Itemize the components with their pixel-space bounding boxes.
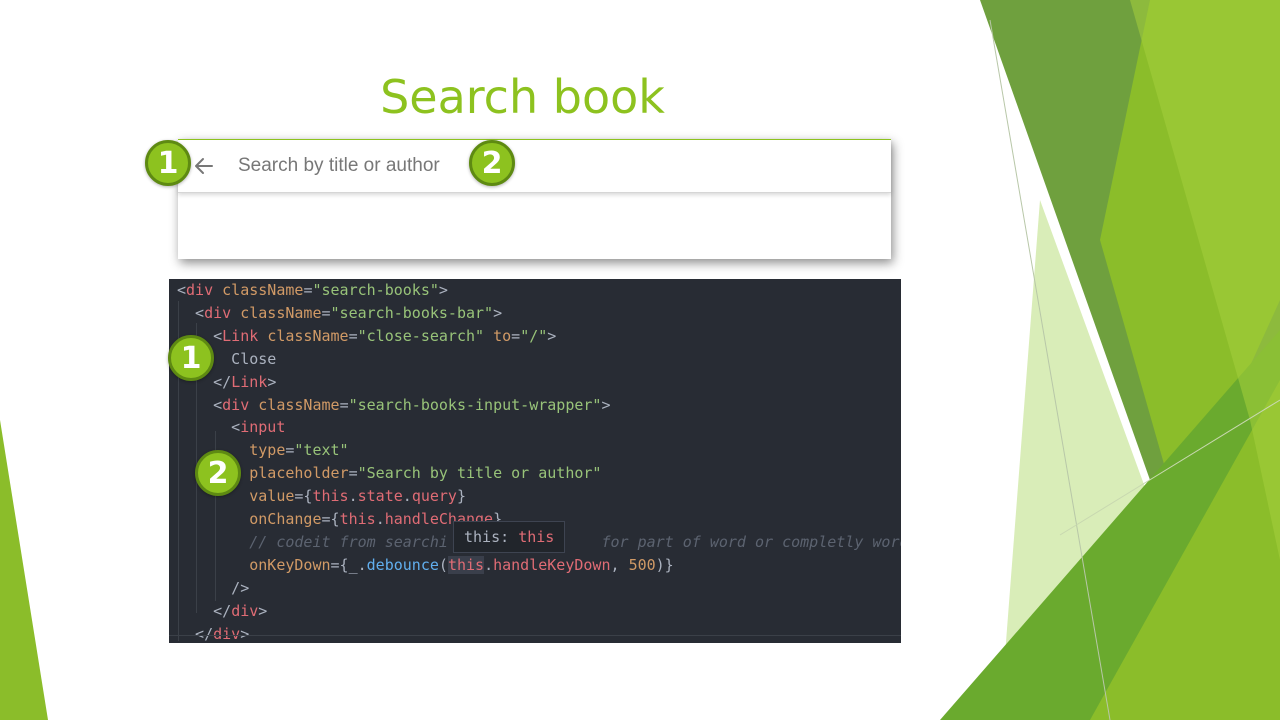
code-token: Link [222,326,259,345]
code-token: div [222,395,250,414]
code-token: onKeyDown [249,555,331,574]
code-line: <Link className="close-search" to="/"> [177,325,556,347]
tooltip-value: this [518,528,555,546]
code-token: className [240,303,322,322]
code-token: div [231,601,259,620]
code-token: "search-books-bar" [330,303,494,322]
code-token: </ [177,624,214,643]
callout-badge-2: 2 [469,140,515,186]
code-token: > [493,303,503,322]
code-line: <input [177,416,285,438]
code-token: type [249,441,286,460]
code-token: = [348,326,358,345]
code-token: < [177,303,205,322]
code-line: </div> [177,623,249,644]
code-line: onKeyDown={_.debounce(this.handleKeyDown… [177,554,674,576]
code-token: handleKeyDown [493,555,611,574]
code-line: <div className="search-books-bar"> [177,302,502,324]
code-token: this [312,487,349,506]
back-arrow-icon[interactable] [192,154,216,178]
code-token: > [258,601,268,620]
code-token: Link [231,372,268,391]
code-token: > [547,326,557,345]
tooltip-label: this: [464,528,510,546]
code-token: , [610,555,629,574]
code-token: "search-books-input-wrapper" [348,395,602,414]
code-token: = [348,464,358,483]
code-token: < [177,395,223,414]
callout-badge-1-code: 1 [168,335,214,381]
code-token: className [222,281,304,299]
code-token: < [177,418,241,437]
code-token: state [357,487,403,506]
code-token: "text" [294,441,349,460]
code-line: <div className="search-books-input-wrapp… [177,394,611,416]
code-token: ( [438,555,448,574]
code-token: } [456,487,466,506]
editor-divider [169,635,901,636]
callout-badge-2-code: 2 [195,450,241,496]
code-token: debounce [366,555,439,574]
code-token: . [348,487,358,506]
code-editor-panel: <div className="search-books"> <div clas… [169,279,901,643]
code-token: "search-books" [312,281,439,299]
hover-tooltip: this: this [453,521,566,553]
code-line: /> [177,577,249,599]
code-token: this [447,555,485,574]
code-token: = [339,395,349,414]
code-token: onChange [249,510,322,528]
code-token: this [339,510,376,528]
search-books-preview [178,139,891,259]
code-token: "Search by title or author" [357,464,602,483]
code-line: </div> [177,600,267,622]
code-token: . [375,510,385,528]
code-token: </ [177,601,232,620]
code-token: ={_. [330,555,367,574]
code-token: ={ [321,510,340,528]
code-token: > [240,624,250,643]
code-token: > [267,372,277,391]
code-token: className [258,395,340,414]
code-token: 500 [628,555,656,574]
code-token: placeholder [249,464,349,483]
code-token: > [601,395,611,414]
code-token: div [204,303,232,322]
code-token: = [321,303,331,322]
code-token: to [493,326,512,345]
slide-title: Search book [380,70,665,124]
code-token: className [267,326,349,345]
code-token: /> [177,578,250,597]
search-bar [178,139,891,193]
code-token: "/" [520,326,548,345]
code-line: <div className="search-books"> [177,279,448,301]
code-token: // codeit from searchi [249,532,448,551]
code-token: div [213,624,241,643]
code-token: . [484,555,494,574]
code-token: > [438,281,448,299]
code-token: )} [655,555,674,574]
code-token: value [249,487,295,506]
callout-badge-1: 1 [145,140,191,186]
code-token: . [402,487,412,506]
code-token: "close-search" [357,326,485,345]
search-input[interactable] [234,150,842,182]
code-token: ={ [294,487,313,506]
code-token: input [240,418,286,437]
code-token: = [511,326,521,345]
code-token: query [411,487,457,506]
code-token: div [186,281,214,299]
code-token: < [177,281,187,299]
